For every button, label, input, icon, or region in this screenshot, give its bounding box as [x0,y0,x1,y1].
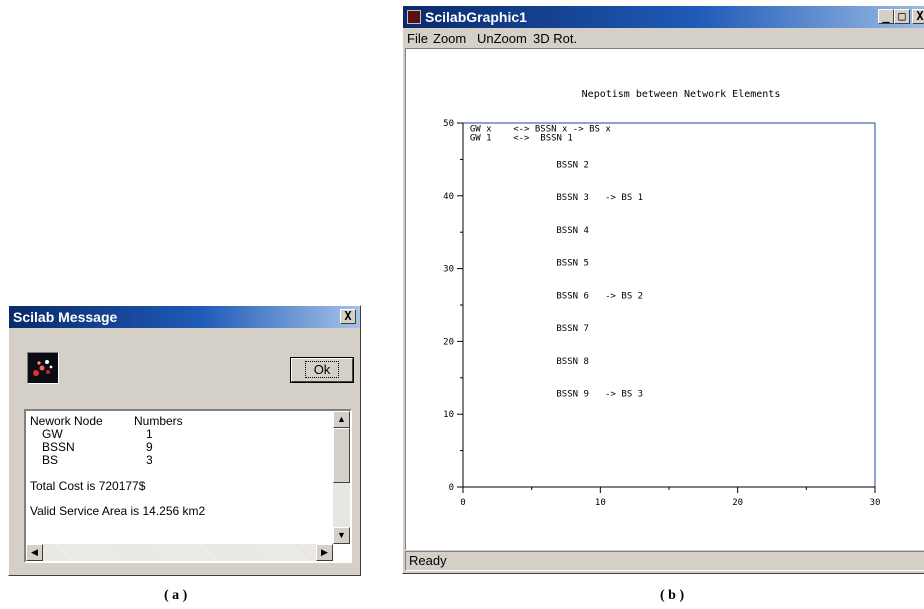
dialog-titlebar[interactable]: Scilab Message X [9,306,360,328]
message-header-node: Nework Node [30,414,103,428]
ok-label: Ok [304,361,340,378]
y-tick-label: 0 [449,483,454,493]
scroll-up-icon[interactable]: ▲ [333,411,350,428]
service-area-text: Valid Service Area is 14.256 km2 [30,504,206,518]
scilab-logo-icon [27,352,59,384]
plot-text-row: BSSN 7 [556,324,589,334]
x-tick-label: 0 [460,498,465,508]
vertical-scroll-thumb[interactable] [333,428,350,483]
status-text: Ready [409,553,447,568]
caption-b: ( b ) [660,588,685,603]
graphic-window-title: ScilabGraphic1 [425,9,527,25]
plot-text-row: BSSN 2 [556,160,589,170]
y-tick-label: 50 [443,119,454,129]
close-icon[interactable]: X [912,9,924,24]
scilab-window-icon [407,10,421,24]
scroll-down-icon[interactable]: ▼ [333,527,350,544]
message-dialog: Scilab Message X Ok Nework Node Numbers … [8,305,361,576]
menu-file[interactable]: File [407,31,428,46]
message-textarea[interactable]: Nework Node Numbers GW 1 BSSN 9 BS 3 Tot… [24,409,352,563]
graphic-titlebar[interactable]: ScilabGraphic1 _ □ X [403,6,924,28]
vertical-scrollbar[interactable]: ▲ ▼ [333,411,350,544]
y-tick-label: 10 [443,410,454,420]
plot-canvas[interactable]: Nepotism between Network Elements 0 10 20 30… [405,48,924,550]
x-tick-label: 30 [870,498,881,508]
caption-a: ( a ) [164,588,188,603]
message-row-count: 3 [146,453,153,467]
ok-button[interactable]: Ok [290,357,354,383]
plot-text-row: BSSN 4 [556,226,589,236]
message-header-numbers: Numbers [134,414,183,428]
menu-unzoom[interactable]: UnZoom [477,31,527,46]
plot-text-row: BSSN 6 -> BS 2 [556,291,643,301]
plot-text-row: BSSN 5 [556,259,589,269]
menu-bar: File Zoom UnZoom 3D Rot. [403,28,924,48]
plot-text-row: BSSN 9 -> BS 3 [556,390,643,400]
graphic-window: ScilabGraphic1 _ □ X File Zoom UnZoom 3D… [402,5,924,574]
total-cost-text: Total Cost is 720177$ [30,479,146,493]
plot-text-row: BSSN 3 -> BS 1 [556,193,643,203]
plot-title: Nepotism between Network Elements [582,89,781,100]
menu-zoom[interactable]: Zoom [433,31,466,46]
close-icon[interactable]: X [340,309,356,324]
y-tick-label: 30 [443,265,454,275]
y-tick-label: 40 [443,192,454,202]
dialog-title: Scilab Message [13,309,118,325]
horizontal-scrollbar[interactable]: ◀ ▶ [26,544,333,561]
y-tick-label: 20 [443,337,454,347]
maximize-icon[interactable]: □ [894,9,910,24]
menu-3d-rot[interactable]: 3D Rot. [533,31,577,46]
message-row-node: BS [42,453,59,467]
plot-text-row: GW 1 <-> BSSN 1 [470,133,573,143]
status-bar: Ready [405,551,924,571]
plot-text-row: BSSN 8 [556,357,589,367]
scroll-right-icon[interactable]: ▶ [316,544,333,561]
scroll-left-icon[interactable]: ◀ [26,544,43,561]
plot-svg: Nepotism between Network Elements 0 10 20 30… [443,89,881,508]
x-tick-label: 10 [595,498,606,508]
x-tick-label: 20 [732,498,743,508]
minimize-icon[interactable]: _ [878,9,894,24]
